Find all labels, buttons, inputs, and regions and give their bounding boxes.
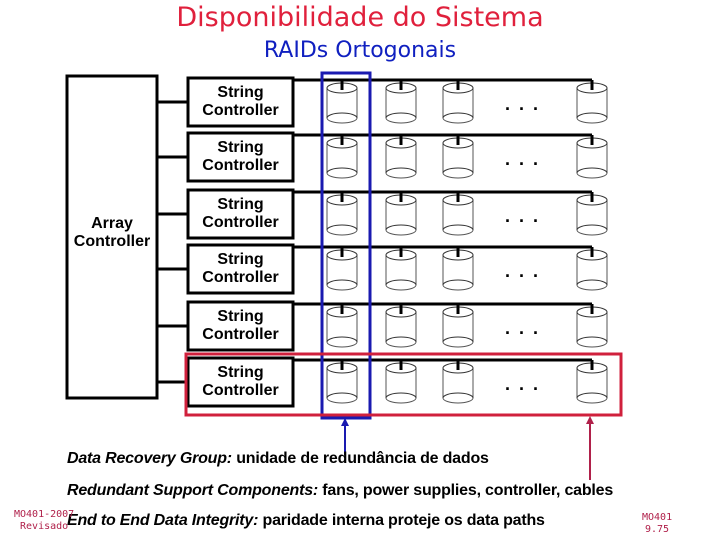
disk-icon	[326, 360, 358, 404]
sc-label-line2: Controller	[202, 269, 279, 286]
sc-label-line1: String	[217, 364, 264, 381]
disk-icon	[385, 304, 417, 348]
sc-label-line1: String	[217, 196, 264, 213]
disk-icon	[385, 192, 417, 236]
disk-icon	[576, 192, 608, 236]
disk-icon	[385, 135, 417, 179]
disk-ellipsis: . . .	[505, 374, 541, 394]
disk-icon	[326, 192, 358, 236]
caption-data-recovery-group: Data Recovery Group: unidade de redundân…	[67, 450, 489, 468]
disk-icon	[326, 304, 358, 348]
disk-icon	[385, 360, 417, 404]
sc-label-line2: Controller	[202, 382, 279, 399]
string-controller-label: String Controller	[188, 308, 293, 344]
sc-label-line2: Controller	[202, 102, 279, 119]
disk-icon	[326, 135, 358, 179]
caption-term: Data Recovery Group:	[67, 450, 232, 467]
array-controller-label: Array Controller	[67, 215, 157, 251]
disk-ellipsis: . . .	[505, 206, 541, 226]
disk-icon	[442, 135, 474, 179]
caption-redundant-support: Redundant Support Components: fans, powe…	[67, 482, 613, 500]
string-controller-label: String Controller	[188, 196, 293, 232]
caption-text: fans, power supplies, controller, cables	[318, 482, 614, 499]
disk-icon	[576, 80, 608, 124]
caption-end-to-end-integrity: End to End Data Integrity: paridade inte…	[67, 512, 545, 530]
disk-icon	[576, 304, 608, 348]
disk-icon	[576, 247, 608, 291]
disk-ellipsis: . . .	[505, 261, 541, 281]
sc-label-line2: Controller	[202, 157, 279, 174]
sc-label-line1: String	[217, 308, 264, 325]
sc-label-line2: Controller	[202, 326, 279, 343]
disk-icon	[326, 247, 358, 291]
footer-right: MO401 9.75	[642, 512, 672, 536]
caption-term: End to End Data Integrity:	[67, 512, 259, 529]
footer-course-year: MO401-2007	[14, 509, 75, 520]
red-arrow	[586, 416, 594, 480]
disk-icon	[576, 135, 608, 179]
footer-revised: Revisado	[20, 521, 69, 532]
disk-icon	[442, 360, 474, 404]
string-controller-label: String Controller	[188, 364, 293, 400]
string-controller-boxes	[186, 76, 295, 408]
caption-text: paridade interna proteje os data paths	[258, 512, 545, 529]
disk-icon	[442, 247, 474, 291]
string-controller-label: String Controller	[188, 84, 293, 120]
array-label-line1: Array	[91, 215, 133, 232]
sc-label-line1: String	[217, 139, 264, 156]
caption-term: Redundant Support Components:	[67, 482, 319, 499]
caption-text: unidade de redundância de dados	[231, 450, 489, 467]
disk-icon	[442, 304, 474, 348]
disk-icon	[442, 192, 474, 236]
disk-icon	[326, 80, 358, 124]
array-label-line2: Controller	[73, 233, 151, 250]
sc-label-line2: Controller	[202, 214, 279, 231]
sc-label-line1: String	[217, 251, 264, 268]
footer-left: MO401-2007 Revisado	[14, 509, 74, 533]
sc-label-line1: String	[217, 84, 264, 101]
disk-icon	[385, 80, 417, 124]
disk-ellipsis: . . .	[505, 94, 541, 114]
string-controller-label: String Controller	[188, 139, 293, 175]
disk-ellipsis: . . .	[505, 149, 541, 169]
string-controller-label: String Controller	[188, 251, 293, 287]
disk-icon	[385, 247, 417, 291]
footer-slide-number: 9.75	[645, 524, 670, 535]
disk-icon	[576, 360, 608, 404]
footer-course: MO401	[642, 512, 673, 523]
disk-ellipsis: . . .	[505, 318, 541, 338]
disk-icon	[442, 80, 474, 124]
